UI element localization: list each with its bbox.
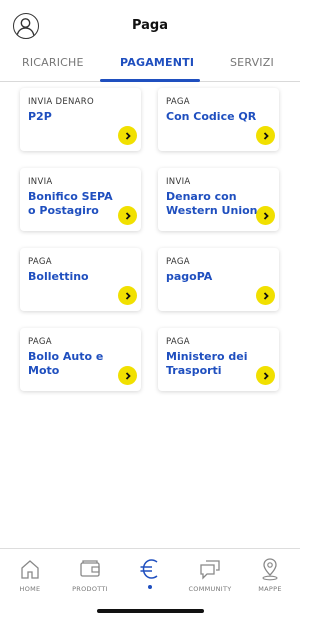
card-kicker: PAGA — [166, 337, 190, 347]
arrow-right-button[interactable] — [256, 206, 275, 225]
arrow-right-button[interactable] — [256, 126, 275, 145]
home-icon — [21, 560, 39, 579]
card-title: Ministero dei Trasporti — [166, 350, 248, 377]
chevron-right-icon — [263, 211, 269, 220]
card-title: Bollettino — [28, 270, 89, 283]
chevron-right-icon — [125, 291, 131, 300]
nav-label: PRODOTTI — [72, 585, 108, 593]
card-title: Bonifico SEPA o Postagiro — [28, 190, 113, 217]
arrow-right-button[interactable] — [118, 126, 137, 145]
card-bollo-auto[interactable]: PAGA Bollo Auto e Moto — [20, 328, 141, 391]
card-title: Con Codice QR — [166, 110, 257, 123]
tab-servizi[interactable]: SERVIZI — [230, 56, 274, 69]
home-indicator-bar[interactable] — [97, 609, 204, 613]
card-kicker: INVIA — [28, 177, 53, 187]
chevron-right-icon — [125, 371, 131, 380]
euro-icon — [140, 559, 158, 579]
arrow-right-button[interactable] — [256, 366, 275, 385]
card-western-union[interactable]: INVIA Denaro con Western Union — [158, 168, 279, 231]
map-pin-icon — [262, 558, 278, 581]
arrow-right-button[interactable] — [118, 366, 137, 385]
card-kicker: INVIA — [166, 177, 191, 187]
active-tab-indicator — [100, 79, 200, 82]
arrow-right-button[interactable] — [118, 286, 137, 305]
card-ministero-trasporti[interactable]: PAGA Ministero dei Trasporti — [158, 328, 279, 391]
card-kicker: INVIA DENARO — [28, 97, 94, 107]
card-kicker: PAGA — [166, 97, 190, 107]
nav-community[interactable]: COMMUNITY — [180, 557, 240, 593]
card-kicker: PAGA — [28, 257, 52, 267]
chevron-right-icon — [125, 211, 131, 220]
bottom-navigation: HOME PRODOTTI COMMUNITY MAPPE — [0, 548, 300, 600]
nav-prodotti[interactable]: PRODOTTI — [60, 557, 120, 593]
card-kicker: PAGA — [166, 257, 190, 267]
chevron-right-icon — [263, 131, 269, 140]
card-bollettino[interactable]: PAGA Bollettino — [20, 248, 141, 311]
chevron-right-icon — [263, 291, 269, 300]
arrow-right-button[interactable] — [256, 286, 275, 305]
nav-paga[interactable] — [120, 557, 180, 589]
nav-label: HOME — [19, 585, 41, 593]
card-bonifico[interactable]: INVIA Bonifico SEPA o Postagiro — [20, 168, 141, 231]
card-codice-qr[interactable]: PAGA Con Codice QR — [158, 88, 279, 151]
tab-bar: RICARICHE PAGAMENTI SERVIZI — [0, 52, 300, 82]
nav-label: MAPPE — [258, 585, 282, 593]
card-title: Bollo Auto e Moto — [28, 350, 104, 377]
chevron-right-icon — [125, 131, 131, 140]
app-header: Paga — [0, 0, 300, 52]
card-p2p[interactable]: INVIA DENARO P2P — [20, 88, 141, 151]
card-title: P2P — [28, 110, 52, 123]
page-title: Paga — [131, 18, 169, 33]
wallet-icon — [80, 560, 100, 577]
active-nav-dot — [148, 585, 152, 589]
nav-mappe[interactable]: MAPPE — [240, 557, 300, 593]
card-kicker: PAGA — [28, 337, 52, 347]
nav-home[interactable]: HOME — [0, 557, 60, 593]
chat-icon — [200, 560, 220, 580]
nav-label: COMMUNITY — [188, 585, 232, 593]
arrow-right-button[interactable] — [118, 206, 137, 225]
chevron-right-icon — [263, 371, 269, 380]
tab-ricariche[interactable]: RICARICHE — [22, 56, 84, 69]
card-pagopa[interactable]: PAGA pagoPA — [158, 248, 279, 311]
card-title: Denaro con Western Union — [166, 190, 258, 217]
card-title: pagoPA — [166, 270, 213, 283]
tab-pagamenti[interactable]: PAGAMENTI — [120, 56, 194, 69]
